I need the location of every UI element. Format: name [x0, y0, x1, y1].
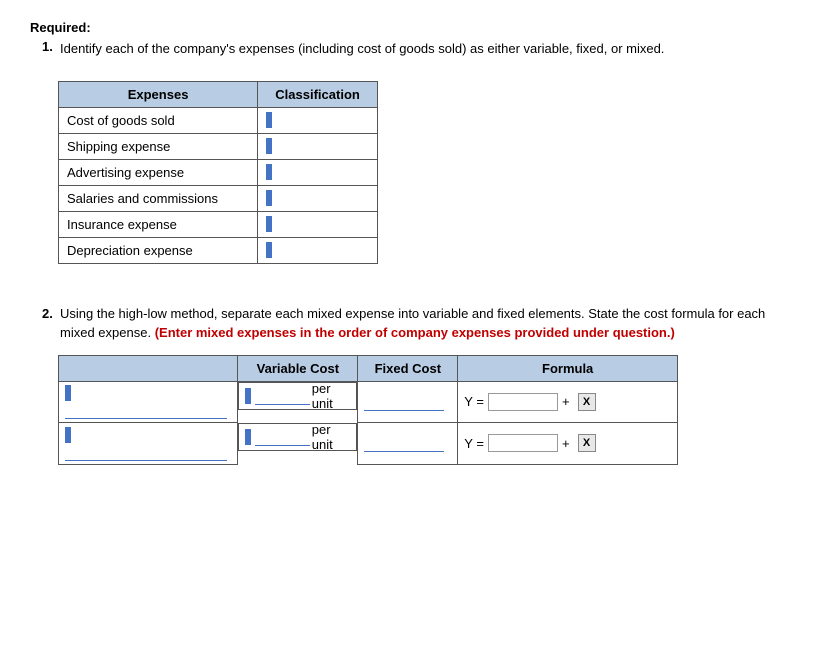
vc-indicator-icon	[245, 388, 250, 404]
expense-name-cell: Cost of goods sold	[59, 107, 258, 133]
per-unit-label: per unit	[312, 381, 351, 411]
expense-name-cell: Salaries and commissions	[59, 185, 258, 211]
fixed-cost-cell[interactable]	[358, 381, 458, 423]
y-equals-label: Y =	[464, 394, 484, 409]
variable-cost-input[interactable]	[255, 387, 310, 405]
classification-input[interactable]	[274, 164, 367, 179]
name-indicator-icon	[65, 385, 71, 401]
classification-input[interactable]	[274, 216, 367, 231]
plus-label: +	[562, 436, 570, 451]
expense-name-cell: Insurance expense	[59, 211, 258, 237]
x-button[interactable]: X	[578, 434, 596, 452]
classification-input[interactable]	[274, 112, 367, 127]
vc-indicator-icon	[245, 429, 250, 445]
mixed-expense-name-input[interactable]	[65, 401, 227, 419]
expense-name-cell: Advertising expense	[59, 159, 258, 185]
y-equals-label: Y =	[464, 436, 484, 451]
classification-input[interactable]	[274, 190, 367, 205]
variable-cost-cell[interactable]: per unit	[238, 382, 357, 410]
expenses-classification-table: Expenses Classification Cost of goods so…	[58, 81, 378, 264]
plus-label: +	[562, 394, 570, 409]
cell-indicator-icon	[266, 112, 272, 128]
col-fc-header: Fixed Cost	[358, 355, 458, 381]
x-button[interactable]: X	[578, 393, 596, 411]
table1-row: Cost of goods sold	[59, 107, 378, 133]
expense-name-cell: Shipping expense	[59, 133, 258, 159]
classification-input[interactable]	[274, 138, 367, 153]
table2-row: per unit Y = + X	[59, 381, 678, 423]
table1-row: Depreciation expense	[59, 237, 378, 263]
table1-row: Salaries and commissions	[59, 185, 378, 211]
classification-cell[interactable]	[258, 133, 378, 159]
table2-row: per unit Y = + X	[59, 423, 678, 465]
fixed-cost-input[interactable]	[364, 434, 444, 452]
classification-cell[interactable]	[258, 185, 378, 211]
cell-indicator-icon	[266, 138, 272, 154]
classification-input[interactable]	[274, 242, 367, 257]
col-formula-header: Formula	[458, 355, 678, 381]
mixed-expense-name-input[interactable]	[65, 443, 227, 461]
question2-number: 2.	[42, 304, 56, 343]
formula-cell: Y = + X	[458, 423, 678, 465]
classification-cell[interactable]	[258, 237, 378, 263]
col-name-header	[59, 355, 238, 381]
required-label: Required:	[30, 20, 803, 35]
cell-indicator-icon	[266, 216, 272, 232]
col-classification-header: Classification	[258, 81, 378, 107]
question1-text: Identify each of the company's expenses …	[60, 39, 664, 59]
formula-cell: Y = + X	[458, 381, 678, 423]
fixed-cost-input[interactable]	[364, 393, 444, 411]
mixed-expense-name-cell[interactable]	[59, 381, 238, 423]
formula-value-input[interactable]	[488, 434, 558, 452]
cell-indicator-icon	[266, 190, 272, 206]
col-expenses-header: Expenses	[59, 81, 258, 107]
classification-cell[interactable]	[258, 107, 378, 133]
cell-indicator-icon	[266, 242, 272, 258]
formula-value-input[interactable]	[488, 393, 558, 411]
mixed-expense-name-cell[interactable]	[59, 423, 238, 465]
classification-cell[interactable]	[258, 159, 378, 185]
variable-cost-cell[interactable]: per unit	[238, 423, 357, 451]
classification-cell[interactable]	[258, 211, 378, 237]
high-low-table: Variable Cost Fixed Cost Formula per uni…	[58, 355, 678, 465]
fixed-cost-cell[interactable]	[358, 423, 458, 465]
table1-row: Shipping expense	[59, 133, 378, 159]
question2-text-highlight: (Enter mixed expenses in the order of co…	[155, 325, 675, 340]
per-unit-label: per unit	[312, 422, 351, 452]
table1-row: Advertising expense	[59, 159, 378, 185]
table1-row: Insurance expense	[59, 211, 378, 237]
name-indicator-icon	[65, 427, 71, 443]
variable-cost-input[interactable]	[255, 428, 310, 446]
expense-name-cell: Depreciation expense	[59, 237, 258, 263]
question1-number: 1.	[42, 39, 56, 73]
cell-indicator-icon	[266, 164, 272, 180]
col-vc-header: Variable Cost	[238, 355, 358, 381]
